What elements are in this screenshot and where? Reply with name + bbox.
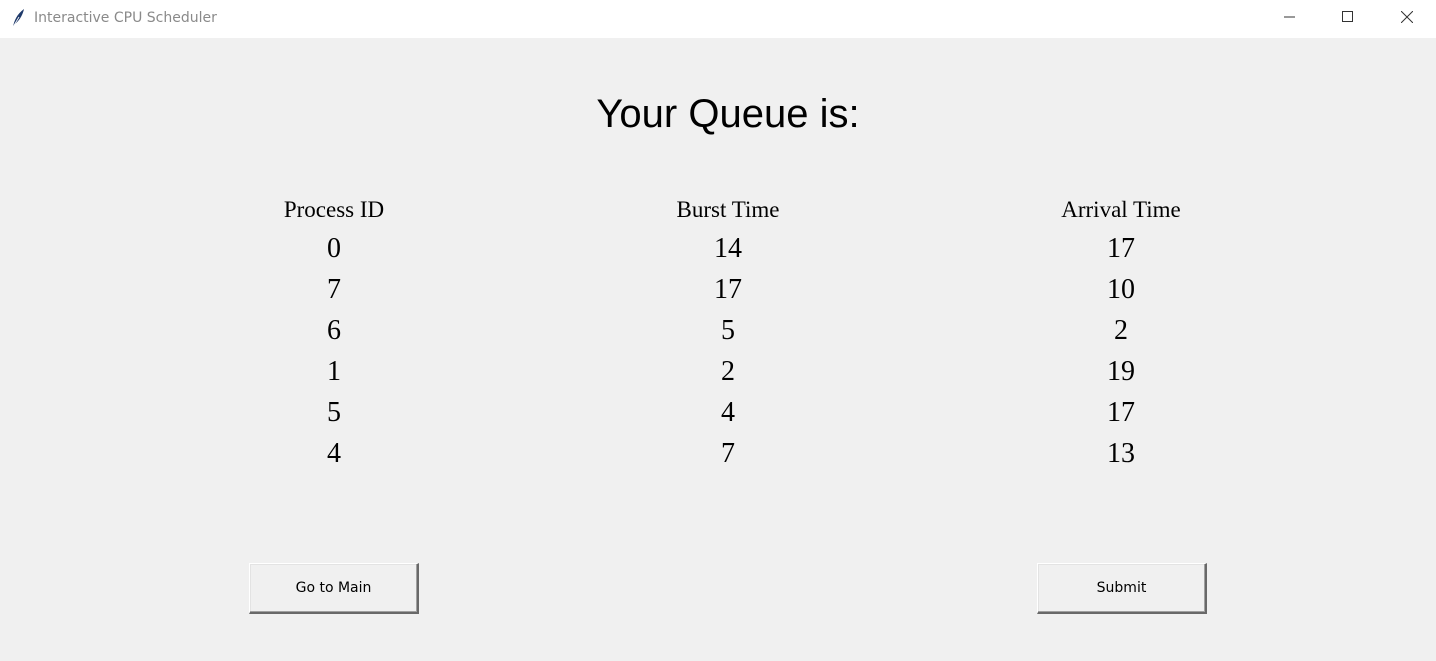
- app-window: Interactive CPU Scheduler Your Queue is:…: [0, 0, 1436, 661]
- submit-button[interactable]: Submit: [1037, 563, 1207, 614]
- arrival-time-cell: 19: [1107, 356, 1135, 387]
- window-title: Interactive CPU Scheduler: [34, 10, 217, 26]
- arrival-time-cell: 17: [1107, 397, 1135, 428]
- burst-time-cell: 5: [721, 315, 735, 346]
- minimize-button[interactable]: [1261, 0, 1319, 38]
- close-icon: [1400, 10, 1414, 28]
- process-id-header: Process ID: [283, 197, 385, 222]
- maximize-icon: [1342, 10, 1354, 28]
- maximize-button[interactable]: [1319, 0, 1377, 38]
- burst-time-header: Burst Time: [676, 197, 780, 222]
- arrival-time-cell: 17: [1107, 233, 1135, 264]
- minimize-icon: [1284, 10, 1296, 28]
- burst-time-cell: 4: [721, 397, 735, 428]
- arrival-time-cell: 13: [1107, 438, 1135, 469]
- process-id-cell: 5: [327, 397, 341, 428]
- arrival-time-cell: 10: [1107, 274, 1135, 305]
- feather-icon: [10, 8, 26, 28]
- process-id-cell: 4: [327, 438, 341, 469]
- title-bar[interactable]: Interactive CPU Scheduler: [0, 0, 1436, 38]
- burst-time-cell: 14: [714, 233, 742, 264]
- close-button[interactable]: [1378, 0, 1436, 38]
- process-id-cell: 6: [327, 315, 341, 346]
- burst-time-cell: 2: [721, 356, 735, 387]
- process-id-cell: 1: [327, 356, 341, 387]
- arrival-time-column: Arrival Time 17 10 2 19 17 13: [971, 196, 1271, 474]
- process-id-cell: 0: [327, 233, 341, 264]
- burst-time-cell: 7: [721, 438, 735, 469]
- burst-time-column: Burst Time 14 17 5 2 4 7: [578, 196, 878, 474]
- arrival-time-header: Arrival Time: [1061, 197, 1181, 222]
- go-to-main-button[interactable]: Go to Main: [249, 563, 419, 614]
- process-id-column: Process ID 0 7 6 1 5 4: [184, 196, 484, 474]
- burst-time-cell: 17: [714, 274, 742, 305]
- process-id-cell: 7: [327, 274, 341, 305]
- page-heading: Your Queue is:: [596, 92, 860, 136]
- arrival-time-cell: 2: [1114, 315, 1128, 346]
